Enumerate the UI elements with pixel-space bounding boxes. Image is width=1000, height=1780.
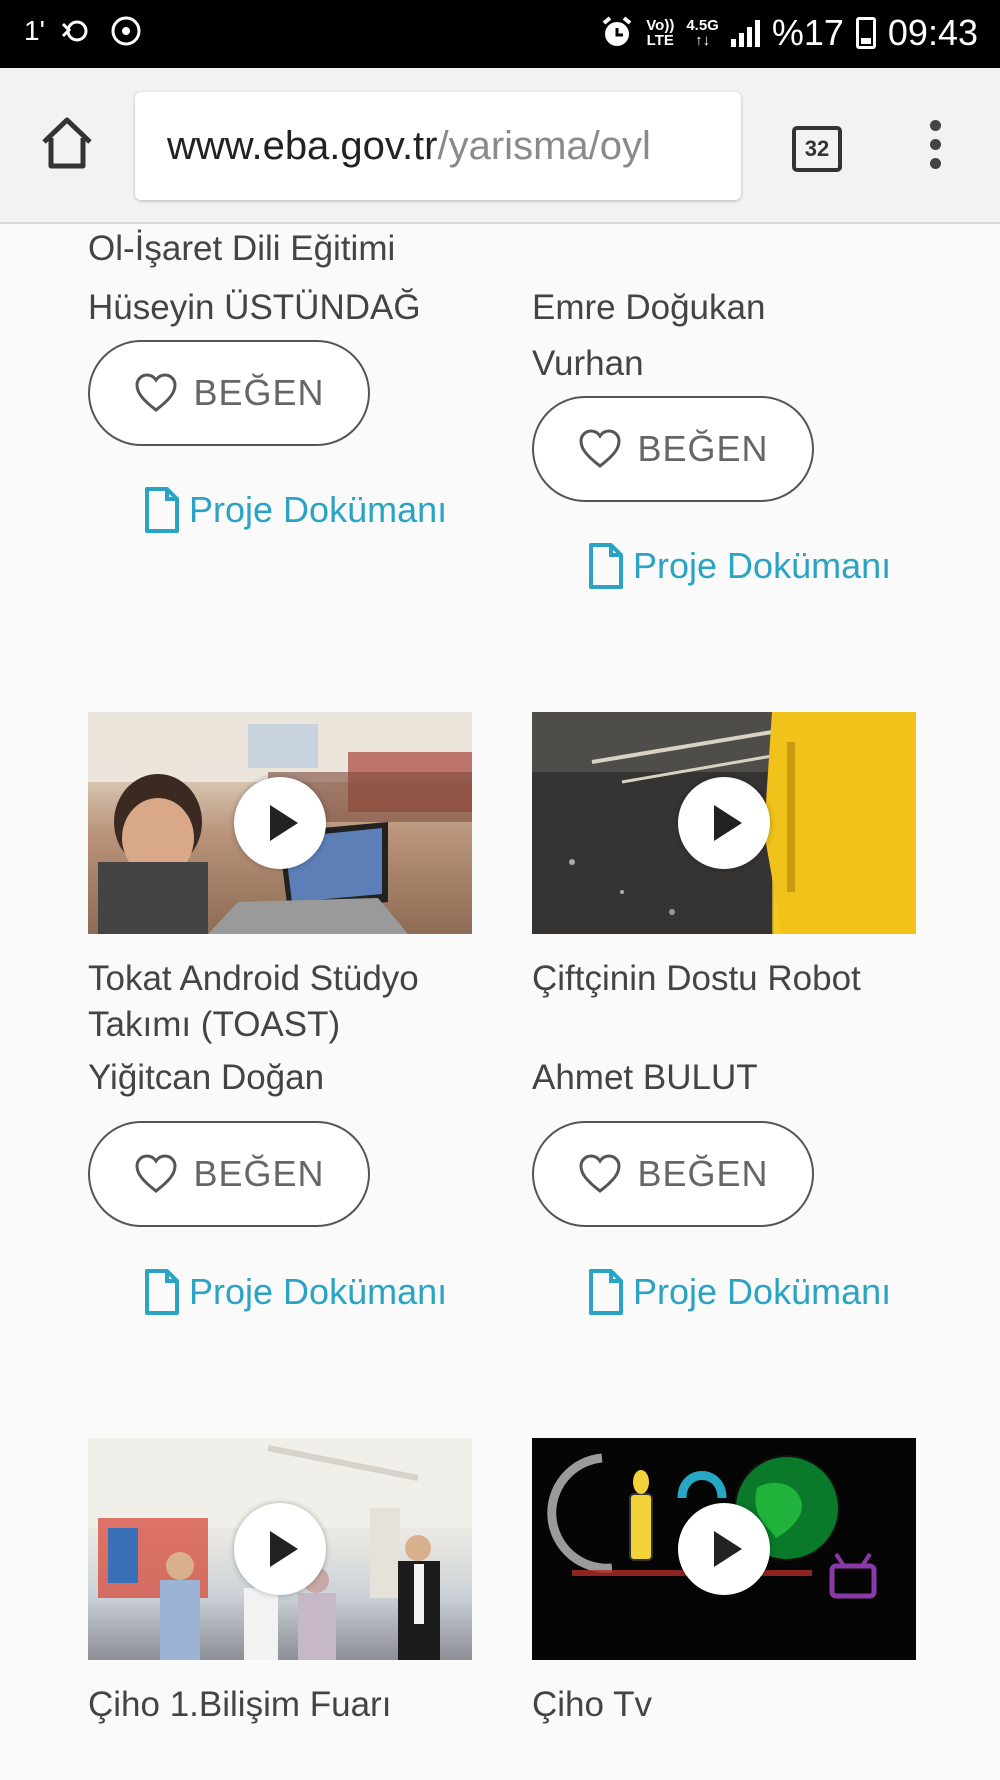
- status-bar: 1' Vo)) LTE 4.5G ↑↓ %17 09:43: [0, 0, 1000, 68]
- document-icon: [589, 1269, 623, 1315]
- like-button[interactable]: BEĞEN: [532, 396, 814, 502]
- project-title: Çiho 1.Bilişim Fuarı: [88, 1685, 392, 1724]
- like-label: BEĞEN: [193, 372, 325, 413]
- heart-outline-icon: [135, 373, 177, 412]
- project-title: Çiftçinin Dostu Robot: [532, 959, 861, 998]
- project-document-link[interactable]: Proje Dokümanı: [143, 486, 447, 534]
- project-author: Yiğitcan Doğan: [88, 1058, 325, 1097]
- document-link-label: Proje Dokümanı: [189, 489, 448, 530]
- heart-outline-icon: [579, 429, 621, 468]
- address-bar[interactable]: www.eba.gov.tr/yarisma/oyl: [135, 92, 741, 200]
- tab-switcher-button[interactable]: 32: [792, 126, 842, 172]
- like-label: BEĞEN: [637, 428, 769, 469]
- video-thumbnail[interactable]: [88, 1438, 472, 1660]
- signal-icon: [730, 19, 760, 47]
- play-icon[interactable]: [234, 777, 326, 869]
- sync-icon: [61, 20, 88, 42]
- play-icon[interactable]: [234, 1503, 326, 1595]
- project-author: Emre Doğukan Vurhan: [532, 288, 766, 383]
- document-link-label: Proje Dokümanı: [633, 545, 892, 586]
- notification-badge: 1': [24, 15, 45, 46]
- project-list: Ol-İşaret Dili Eğitimi Hüseyin ÜSTÜNDAĞ …: [0, 226, 1000, 1780]
- clock: 09:43: [887, 12, 978, 53]
- video-thumbnail[interactable]: [88, 712, 472, 934]
- more-vert-icon[interactable]: [922, 120, 948, 176]
- project-document-link[interactable]: Proje Dokümanı: [587, 542, 891, 590]
- play-icon[interactable]: [678, 777, 770, 869]
- browser-toolbar: www.eba.gov.tr/yarisma/oyl 32: [0, 68, 1000, 224]
- data-indicator: 4.5G ↑↓: [686, 17, 719, 49]
- play-icon[interactable]: [678, 1503, 770, 1595]
- like-button[interactable]: BEĞEN: [532, 1121, 814, 1227]
- like-label: BEĞEN: [637, 1153, 769, 1194]
- heart-outline-icon: [579, 1154, 621, 1193]
- document-icon: [145, 487, 179, 533]
- url-domain: www.eba.gov.tr: [167, 124, 438, 168]
- like-button[interactable]: BEĞEN: [88, 340, 370, 446]
- like-label: BEĞEN: [193, 1153, 325, 1194]
- volte-indicator: Vo)) LTE: [646, 17, 675, 49]
- project-title: Ol-İşaret Dili Eğitimi: [88, 229, 396, 268]
- battery-percent: %17: [771, 12, 844, 53]
- document-link-label: Proje Dokümanı: [189, 1271, 448, 1312]
- project-title: Tokat Android Stüdyo Takımı (TOAST): [88, 959, 419, 1044]
- project-author: Hüseyin ÜSTÜNDAĞ: [88, 288, 421, 327]
- url-path: /yarisma/oyl: [437, 124, 651, 168]
- circle-status-icon: [111, 16, 141, 46]
- project-document-link[interactable]: Proje Dokümanı: [143, 1268, 447, 1316]
- heart-outline-icon: [135, 1154, 177, 1193]
- project-document-link[interactable]: Proje Dokümanı: [587, 1268, 891, 1316]
- video-thumbnail[interactable]: [532, 712, 916, 934]
- like-button[interactable]: BEĞEN: [88, 1121, 370, 1227]
- document-icon: [589, 543, 623, 589]
- home-icon[interactable]: [38, 114, 96, 172]
- document-icon: [145, 1269, 179, 1315]
- battery-icon: [855, 17, 876, 49]
- project-title: Çiho Tv: [532, 1685, 652, 1724]
- project-author: Ahmet BULUT: [532, 1058, 758, 1097]
- video-thumbnail[interactable]: [532, 1438, 916, 1660]
- alarm-icon: [602, 16, 632, 46]
- document-link-label: Proje Dokümanı: [633, 1271, 892, 1312]
